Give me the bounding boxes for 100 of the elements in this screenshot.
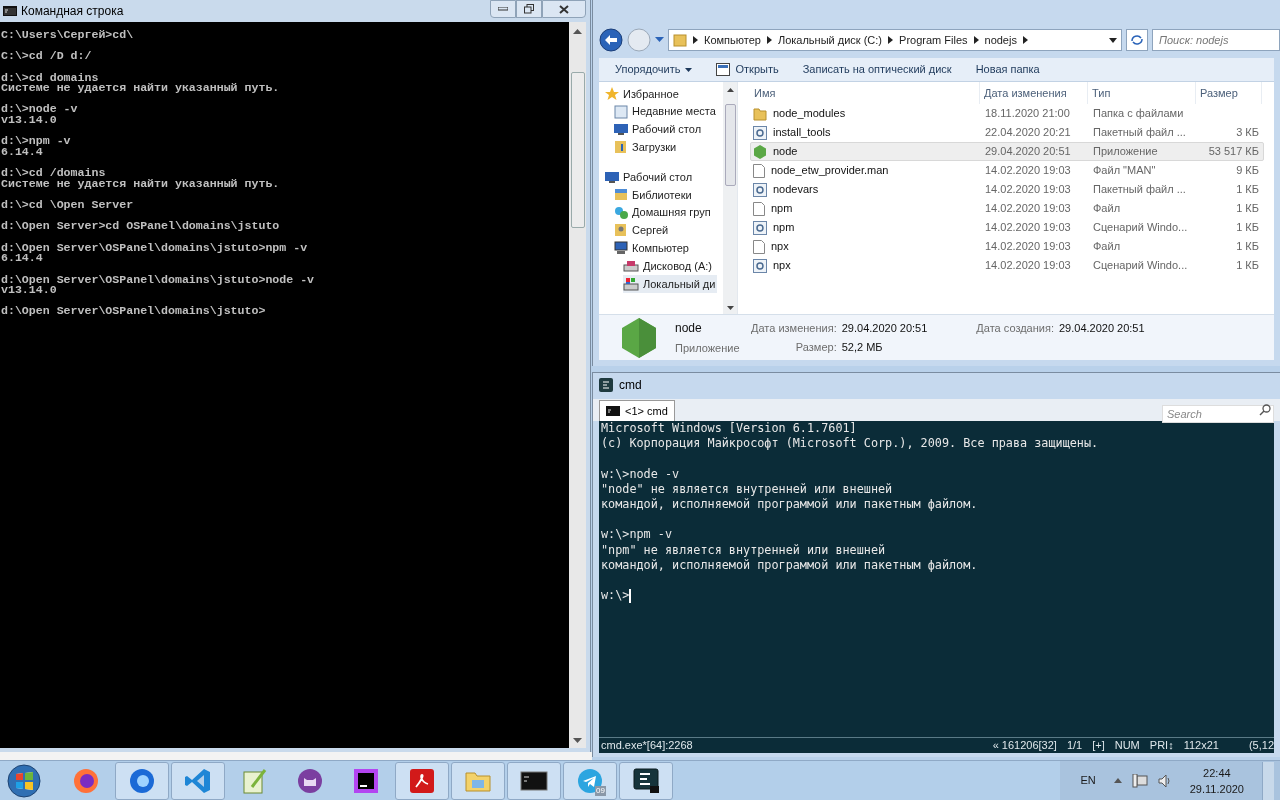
nav-item[interactable]: Загрузки xyxy=(614,138,679,157)
nav-item[interactable]: Избранное xyxy=(605,85,681,103)
back-button[interactable] xyxy=(599,28,623,52)
file-row[interactable]: npx 14.02.2020 19:03 Файл 1 КБ xyxy=(750,237,1264,256)
file-row[interactable]: nodevars 14.02.2020 19:03 Пакетный файл ... 1 КБ xyxy=(750,180,1264,199)
scrollbar-thumb[interactable] xyxy=(570,72,585,228)
column-header[interactable]: Размер xyxy=(1196,82,1262,104)
console-line: C:\>cd /D d:/ xyxy=(1,51,92,62)
badge: 09 xyxy=(595,785,606,796)
table-cell-text: 14.02.2020 19:03 xyxy=(984,163,1072,179)
file-row[interactable]: node 29.04.2020 20:51 Приложение 53 517 КБ xyxy=(750,142,1264,161)
file-name: npm xyxy=(773,220,795,236)
chevron-icon[interactable] xyxy=(973,36,979,44)
paper-plane-icon xyxy=(576,766,604,795)
file-row[interactable]: npm 14.02.2020 19:03 Файл 1 КБ xyxy=(750,199,1264,218)
toolbar-button[interactable]: Открыть xyxy=(716,61,779,78)
status-text: NUM xyxy=(1114,738,1140,753)
table-cell-text: Сценарий Windo... xyxy=(1092,258,1189,274)
nav-item[interactable]: Дисковод (A:) xyxy=(623,257,714,275)
field-label: Дата создания: xyxy=(975,320,1054,336)
file-row[interactable]: npx 14.02.2020 19:03 Сценарий Windo... 1 КБ xyxy=(750,256,1264,275)
console-line: d:\Open Server\OSPanel\domains\jstuto>node -v xyxy=(1,274,315,286)
fox-globe-icon xyxy=(72,766,100,795)
nav-item[interactable]: Локальный ди xyxy=(623,274,718,293)
folder-icon xyxy=(753,106,767,121)
minimize-icon xyxy=(498,7,508,11)
toolbar-button[interactable]: Записать на оптический диск xyxy=(802,61,952,78)
breadcrumb-item[interactable]: Компьютер xyxy=(704,31,761,49)
history-caret-icon[interactable] xyxy=(655,37,664,43)
search-field[interactable]: Поиск: nodejs xyxy=(1152,29,1280,51)
status-text: 1/1 xyxy=(1066,738,1083,753)
column-header[interactable]: Имя xyxy=(750,82,980,104)
scroll-down-icon[interactable] xyxy=(726,306,734,310)
table-cell-text: Папка с файлами xyxy=(1092,106,1185,122)
table-cell-text: Сценарий Windo... xyxy=(1092,220,1189,236)
network-icon[interactable] xyxy=(1131,773,1148,788)
file-row[interactable]: npm 14.02.2020 19:03 Сценарий Windo... 1 КБ xyxy=(750,218,1264,237)
breadcrumb-item[interactable]: Локальный диск (C:) xyxy=(777,31,883,49)
table-cell: 1 КБ xyxy=(1236,221,1259,234)
nav-item[interactable]: Сергей xyxy=(614,221,671,240)
scroll-up-icon[interactable] xyxy=(573,28,582,34)
console-line: d:\>cd domains xyxy=(1,72,99,84)
chevron-icon[interactable] xyxy=(693,36,698,44)
gear-file-icon xyxy=(753,258,767,273)
console-line: "node" не является внутренней или внешней xyxy=(601,481,893,497)
nav-item[interactable]: Рабочий стол xyxy=(614,120,704,139)
console-icon xyxy=(606,406,620,416)
scroll-up-icon[interactable] xyxy=(726,88,734,92)
toolbar-button[interactable]: Упорядочить xyxy=(615,61,693,78)
volume-icon[interactable] xyxy=(1157,773,1172,788)
nav-item[interactable]: Домашняя груп xyxy=(614,203,713,222)
chevron-icon[interactable] xyxy=(1022,36,1028,44)
field-value: 29.04.2020 20:51 xyxy=(1058,320,1145,336)
table-cell-text: 14.02.2020 19:03 xyxy=(984,220,1072,236)
scrollbar-thumb[interactable] xyxy=(724,104,736,186)
address-bar[interactable]: Компьютер Локальный диск (C:) Program Files nodejs xyxy=(668,29,1122,51)
file-row[interactable]: node_etw_provider.man 14.02.2020 19:03 Файл "MAN" 9 КБ xyxy=(750,161,1264,180)
breadcrumb-item[interactable]: Program Files xyxy=(899,31,968,49)
tab[interactable]: <1> cmd xyxy=(599,400,675,421)
table-cell-text: Приложение xyxy=(1092,144,1159,160)
star-icon xyxy=(605,86,619,101)
table-cell: 1 КБ xyxy=(1236,259,1259,272)
console-line: Microsoft Windows [Version 6.1.7601] xyxy=(601,421,857,437)
chevron-icon[interactable] xyxy=(888,36,894,44)
scroll-down-icon[interactable] xyxy=(573,738,582,744)
hexagon-icon xyxy=(753,144,767,159)
restore-button[interactable] xyxy=(516,0,542,18)
file-row[interactable]: install_tools 22.04.2020 20:21 Пакетный файл ... 3 КБ xyxy=(750,123,1264,142)
start-button[interactable] xyxy=(7,763,41,798)
taskbar-button[interactable] xyxy=(507,761,561,800)
recent-places-icon xyxy=(614,104,628,119)
toolbar-button[interactable]: Новая папка xyxy=(975,61,1040,78)
taskbar-button[interactable] xyxy=(619,761,673,800)
pdf-icon xyxy=(408,766,436,795)
clock[interactable]: 22:44 29.11.2020 xyxy=(1189,764,1244,797)
file-name: npx xyxy=(773,258,791,274)
file-name: node xyxy=(773,144,798,160)
user-folder-icon xyxy=(614,223,628,238)
column-header[interactable]: Дата изменения xyxy=(980,82,1088,104)
close-button[interactable] xyxy=(542,0,586,18)
language-indicator[interactable]: EN xyxy=(1080,772,1096,789)
refresh-button[interactable] xyxy=(1126,29,1148,51)
search-icon[interactable] xyxy=(1259,404,1271,416)
status-text: PRI↕ xyxy=(1149,738,1174,753)
table-cell-text: Пакетный файл ... xyxy=(1092,182,1187,198)
show-hidden-icons-button[interactable] xyxy=(1113,778,1122,783)
cat-icon xyxy=(296,766,324,795)
breadcrumb-item[interactable]: nodejs xyxy=(984,31,1017,49)
chevron-icon[interactable] xyxy=(766,36,772,44)
status-text: cmd.exe*[64]:2268 xyxy=(601,738,693,753)
drive-icon xyxy=(623,259,639,274)
file-row[interactable]: node_modules 18.11.2020 21:00 Папка с файлами xyxy=(750,104,1264,123)
table-cell-text: 14.02.2020 19:03 xyxy=(984,258,1072,274)
column-header[interactable]: Тип xyxy=(1088,82,1196,104)
nav-item[interactable]: Компьютер xyxy=(614,239,691,258)
table-cell-text: 22.04.2020 20:21 xyxy=(984,125,1072,141)
nav-item[interactable]: Недавние места xyxy=(614,102,718,121)
nav-item[interactable]: Рабочий стол xyxy=(605,168,695,186)
nav-item[interactable]: Библиотеки xyxy=(614,186,694,204)
dropdown-caret-icon[interactable] xyxy=(1109,37,1117,43)
